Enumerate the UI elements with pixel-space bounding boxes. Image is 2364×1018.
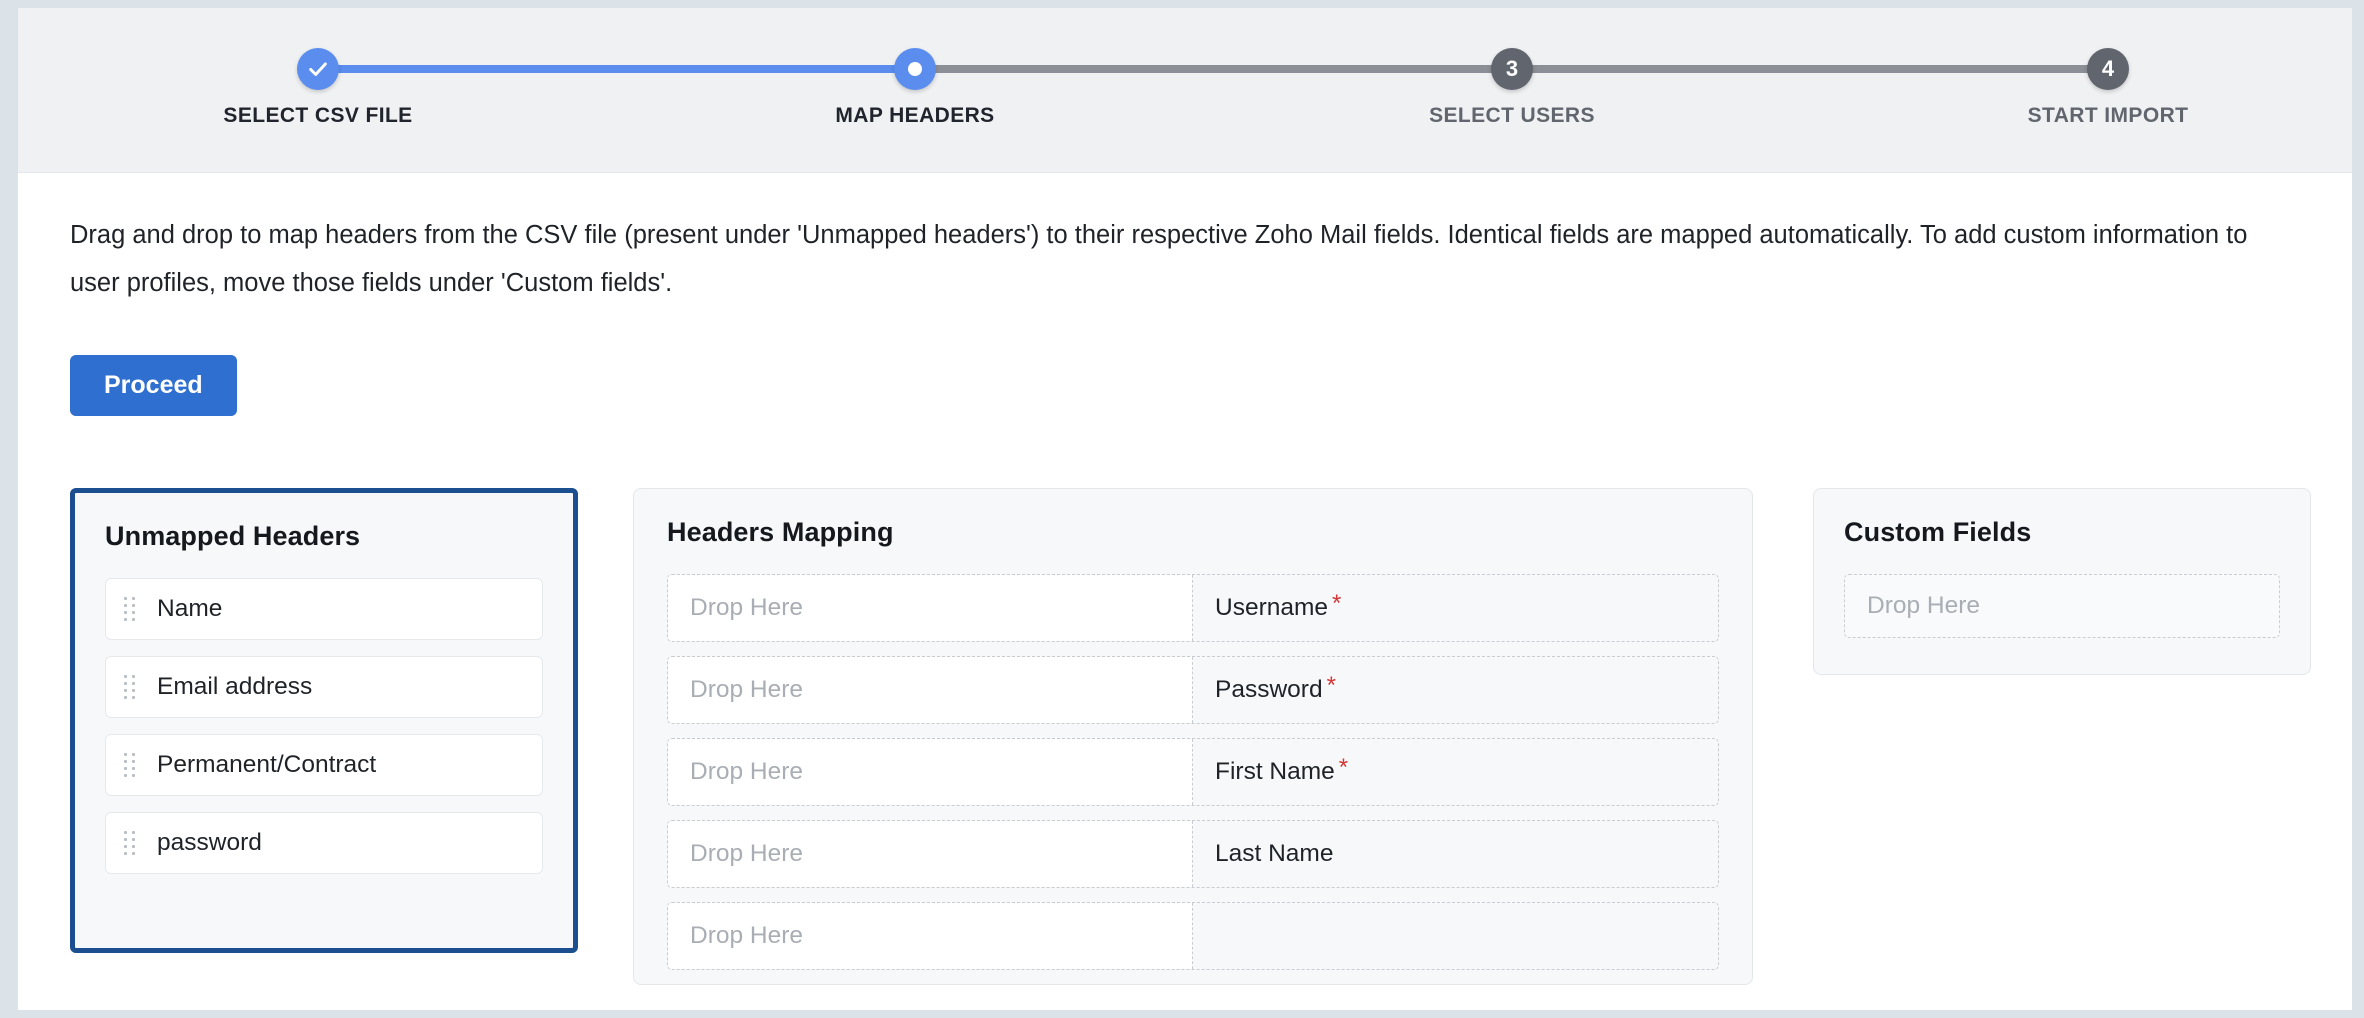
mapping-field-cell: Password *: [1193, 657, 1718, 723]
active-step-dot-icon: [894, 48, 936, 90]
custom-fields-panel: Custom Fields Drop Here: [1813, 488, 2311, 675]
headers-mapping-title: Headers Mapping: [667, 517, 894, 547]
required-asterisk-icon: *: [1326, 672, 1336, 699]
instructions-text: Drag and drop to map headers from the CS…: [70, 221, 2248, 297]
mapping-field-label: Username: [1215, 594, 1329, 621]
unmapped-header-item[interactable]: Email address: [105, 656, 543, 718]
proceed-button[interactable]: Proceed: [70, 355, 237, 416]
unmapped-header-item[interactable]: password: [105, 812, 543, 874]
drag-handle-icon[interactable]: [124, 596, 135, 622]
stepper-connector-3: [1512, 65, 2108, 73]
unmapped-headers-panel[interactable]: Unmapped Headers Name Email address Perman…: [70, 488, 578, 953]
stepper-connector-1: [318, 65, 915, 73]
mapping-row: Drop Here Password *: [667, 656, 1719, 724]
mapping-dropzone[interactable]: Drop Here: [668, 739, 1193, 805]
drag-handle-icon[interactable]: [124, 674, 135, 700]
unmapped-header-label: password: [157, 828, 262, 856]
stepper-connector-2: [915, 65, 1512, 73]
mapping-dropzone[interactable]: Drop Here: [668, 903, 1193, 969]
stepper-label-2: MAP HEADERS: [835, 104, 995, 127]
check-icon: [297, 48, 339, 90]
mapping-panels: Unmapped Headers Name Email address Perman…: [70, 488, 2311, 985]
unmapped-header-item[interactable]: Permanent/Contract: [105, 734, 543, 796]
drag-handle-icon[interactable]: [124, 752, 135, 778]
mapping-row: Drop Here Last Name: [667, 820, 1719, 888]
unmapped-header-label: Email address: [157, 672, 313, 700]
inner-dot: [908, 62, 922, 76]
required-asterisk-icon: *: [1332, 590, 1342, 617]
unmapped-header-item[interactable]: Name: [105, 578, 543, 640]
mapping-field-label: Password: [1215, 676, 1323, 703]
required-asterisk-icon: *: [1338, 754, 1349, 781]
mapping-row: Drop Here Username *: [667, 574, 1719, 642]
mapping-dropzone[interactable]: Drop Here: [668, 657, 1193, 723]
wizard-content: Drag and drop to map headers from the CS…: [18, 211, 2352, 985]
stepper-label-4: START IMPORT: [2027, 104, 2189, 127]
custom-fields-dropzone[interactable]: Drop Here: [1844, 574, 2280, 638]
mapping-row: Drop Here: [667, 902, 1719, 970]
mapping-field-label: First Name: [1215, 758, 1335, 785]
unmapped-header-label: Permanent/Contract: [157, 750, 377, 778]
unmapped-headers-list: Name Email address Permanent/Contract passw…: [105, 578, 543, 874]
mapping-field-cell: Username *: [1193, 575, 1718, 641]
mapping-field-label: Last Name: [1215, 840, 1334, 867]
mapping-row: Drop Here First Name *: [667, 738, 1719, 806]
wizard-stepper: SELECT CSV FILE MAP HEADERS 3 SELECT USERS 4…: [18, 8, 2352, 173]
custom-fields-title: Custom Fields: [1844, 517, 2032, 547]
step-number: 4: [2087, 48, 2129, 90]
mapping-field-cell: Last Name: [1193, 821, 1718, 887]
headers-mapping-list: Drop Here Username * Drop Here Password * Drop…: [667, 574, 1719, 970]
drag-handle-icon[interactable]: [124, 830, 135, 856]
headers-mapping-panel: Headers Mapping Drop Here Username * Drop H…: [633, 488, 1753, 985]
mapping-field-cell: [1193, 903, 1718, 969]
import-wizard-page: SELECT CSV FILE MAP HEADERS 3 SELECT USERS 4…: [18, 8, 2352, 1010]
step-number: 3: [1491, 48, 1533, 90]
unmapped-header-label: Name: [157, 594, 223, 622]
proceed-button-wrap: Proceed: [70, 355, 2300, 416]
mapping-field-cell: First Name *: [1193, 739, 1718, 805]
stepper-label-1: SELECT CSV FILE: [223, 104, 413, 127]
stepper-label-3: SELECT USERS: [1429, 104, 1595, 127]
unmapped-headers-title: Unmapped Headers: [105, 521, 361, 551]
mapping-dropzone[interactable]: Drop Here: [668, 575, 1193, 641]
mapping-dropzone[interactable]: Drop Here: [668, 821, 1193, 887]
